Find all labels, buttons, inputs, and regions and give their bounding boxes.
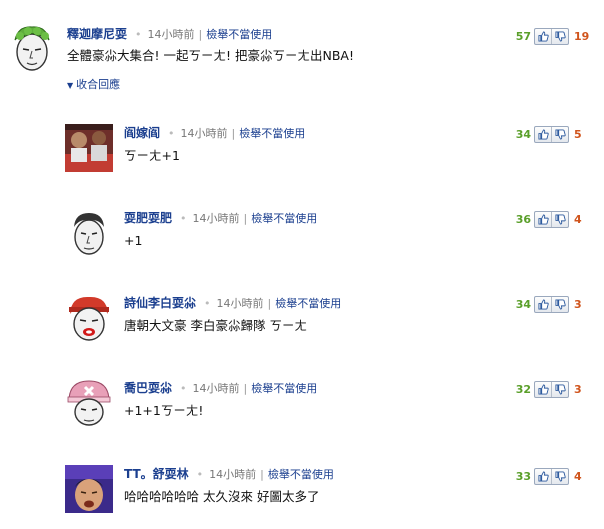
report-link[interactable]: 檢舉不當使用	[239, 127, 305, 140]
comment-meta: 阎嫁阎 • 14小時前 | 檢舉不當使用	[124, 126, 305, 141]
timestamp: 14小時前	[192, 212, 240, 225]
collapse-replies-link[interactable]: ▼ 收合回應	[67, 76, 120, 92]
report-link[interactable]: 檢舉不當使用	[206, 28, 272, 41]
author-name[interactable]: 詩仙李白耍尛	[124, 296, 196, 310]
divider: |	[260, 468, 264, 481]
thumbs-up-icon[interactable]	[535, 212, 551, 227]
thumbs-down-icon[interactable]	[551, 211, 568, 227]
reply-comment: TT。舒耍林 • 14小時前 | 檢舉不當使用 哈哈哈哈哈哈 太久沒來 好圖太多了 33…	[0, 450, 604, 529]
separator-dot: •	[135, 28, 142, 41]
divider: |	[243, 382, 248, 395]
timestamp: 14小時前	[216, 297, 264, 310]
avatar[interactable]	[65, 379, 113, 427]
author-name[interactable]: TT。舒耍林	[124, 467, 189, 481]
separator-dot: •	[180, 212, 187, 225]
author-name[interactable]: 阎嫁阎	[124, 126, 160, 140]
avatar[interactable]	[8, 24, 56, 72]
reply-comment: 耍肥耍肥 • 14小時前 | 檢舉不當使用 +1 36 4	[0, 195, 604, 275]
vote-button-group	[534, 125, 569, 143]
dislike-count: 4	[574, 212, 582, 226]
vote-controls: 33 4	[507, 467, 582, 485]
vote-controls: 34 5	[507, 125, 582, 143]
timestamp: 14小時前	[180, 127, 228, 140]
comment-text: +1+1ㄎㄧㄤ!	[124, 403, 204, 418]
like-count: 32	[515, 382, 531, 396]
thumbs-down-icon[interactable]	[551, 381, 568, 397]
comment-meta: 釋迦摩尼耍 • 14小時前 | 檢舉不當使用	[67, 27, 272, 42]
comment-text: ㄎㄧㄤ+1	[124, 148, 180, 163]
separator-dot: •	[204, 297, 211, 310]
vote-button-group	[534, 27, 569, 45]
thumbs-up-icon[interactable]	[535, 127, 551, 142]
collapse-label: 收合回應	[76, 78, 121, 91]
divider: |	[243, 212, 248, 225]
like-count: 57	[515, 29, 531, 43]
author-name[interactable]: 耍肥耍肥	[124, 211, 172, 225]
thumbs-down-icon[interactable]	[551, 296, 568, 312]
thumbs-down-icon[interactable]	[551, 468, 568, 484]
report-link[interactable]: 檢舉不當使用	[251, 382, 317, 395]
comment-meta: TT。舒耍林 • 14小時前 | 檢舉不當使用	[124, 467, 334, 482]
vote-controls: 57 19	[507, 27, 589, 45]
caret-down-icon: ▼	[67, 81, 74, 90]
like-count: 34	[515, 297, 531, 311]
thumbs-up-icon[interactable]	[535, 469, 551, 484]
author-name[interactable]: 釋迦摩尼耍	[67, 27, 127, 41]
comment-meta: 喬巴耍尛 • 14小時前 | 檢舉不當使用	[124, 381, 317, 396]
separator-dot: •	[196, 468, 204, 481]
vote-button-group	[534, 210, 569, 228]
avatar[interactable]	[65, 294, 113, 342]
thumbs-up-icon[interactable]	[535, 382, 551, 397]
separator-dot: •	[180, 382, 187, 395]
avatar[interactable]	[65, 124, 113, 172]
comment-text: 唐朝大文豪 李白豪尛歸隊 ㄎㄧㄤ	[124, 318, 307, 333]
comment-meta: 詩仙李白耍尛 • 14小時前 | 檢舉不當使用	[124, 296, 341, 311]
reply-comment: 詩仙李白耍尛 • 14小時前 | 檢舉不當使用 唐朝大文豪 李白豪尛歸隊 ㄎㄧㄤ 34 …	[0, 280, 604, 360]
divider: |	[231, 127, 236, 140]
comment-text: 哈哈哈哈哈哈 太久沒來 好圖太多了	[124, 489, 320, 504]
dislike-count: 4	[574, 469, 582, 483]
report-link[interactable]: 檢舉不當使用	[251, 212, 317, 225]
dislike-count: 3	[574, 382, 582, 396]
timestamp: 14小時前	[192, 382, 240, 395]
timestamp: 14小時前	[147, 28, 195, 41]
avatar[interactable]	[65, 209, 113, 257]
reply-comment: 阎嫁阎 • 14小時前 | 檢舉不當使用 ㄎㄧㄤ+1 34 5	[0, 110, 604, 190]
like-count: 36	[515, 212, 531, 226]
comment-text: 全體豪尛大集合! 一起ㄎㄧㄤ! 把豪尛ㄎㄧㄤ出NBA!	[67, 48, 354, 63]
timestamp: 14小時前	[209, 468, 257, 481]
separator-dot: •	[168, 127, 175, 140]
thumbs-up-icon[interactable]	[535, 297, 551, 312]
vote-controls: 34 3	[507, 295, 582, 313]
author-name[interactable]: 喬巴耍尛	[124, 381, 172, 395]
dislike-count: 3	[574, 297, 582, 311]
thumbs-down-icon[interactable]	[551, 126, 568, 142]
like-count: 33	[515, 469, 531, 483]
thumbs-down-icon[interactable]	[551, 28, 568, 44]
dislike-count: 5	[574, 127, 582, 141]
comment-top: 釋迦摩尼耍 • 14小時前 | 檢舉不當使用 全體豪尛大集合! 一起ㄎㄧㄤ! 把豪尛ㄎㄧ…	[0, 0, 604, 95]
like-count: 34	[515, 127, 531, 141]
report-link[interactable]: 檢舉不當使用	[268, 468, 334, 481]
report-link[interactable]: 檢舉不當使用	[275, 297, 341, 310]
thumbs-up-icon[interactable]	[535, 29, 551, 44]
divider: |	[198, 28, 203, 41]
comment-meta: 耍肥耍肥 • 14小時前 | 檢舉不當使用	[124, 211, 317, 226]
vote-button-group	[534, 467, 569, 485]
vote-button-group	[534, 380, 569, 398]
dislike-count: 19	[574, 29, 590, 43]
divider: |	[267, 297, 272, 310]
vote-controls: 32 3	[507, 380, 582, 398]
reply-comment: 喬巴耍尛 • 14小時前 | 檢舉不當使用 +1+1ㄎㄧㄤ! 32 3	[0, 365, 604, 445]
vote-button-group	[534, 295, 569, 313]
vote-controls: 36 4	[507, 210, 582, 228]
comment-text: +1	[124, 233, 143, 248]
avatar[interactable]	[65, 465, 113, 513]
